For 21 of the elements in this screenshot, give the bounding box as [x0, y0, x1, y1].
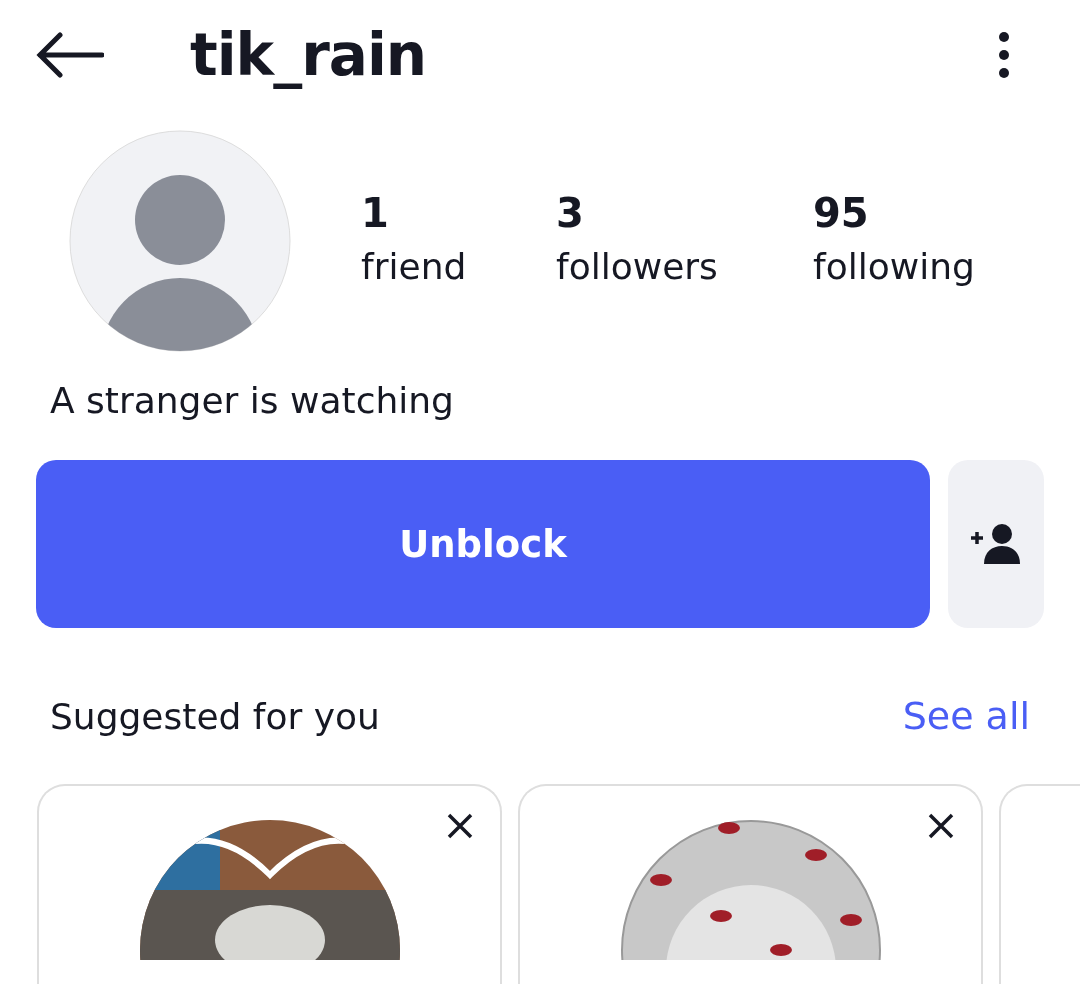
dismiss-button[interactable] — [927, 812, 955, 840]
section-title: Suggested for you — [50, 695, 380, 737]
unblock-button[interactable]: Unblock — [36, 460, 930, 628]
stat-count: 3 — [556, 190, 585, 236]
profile-username: tik_rain — [190, 21, 428, 89]
more-icon — [998, 31, 1010, 79]
stat-label: followers — [556, 245, 719, 289]
close-icon — [446, 812, 474, 840]
stat-label: friend — [361, 245, 468, 289]
more-button[interactable] — [998, 31, 1010, 79]
stat-count: 95 — [813, 190, 870, 236]
back-button[interactable] — [36, 32, 104, 78]
back-arrow-icon — [36, 32, 104, 78]
close-icon — [927, 812, 955, 840]
stat-label: following — [813, 245, 976, 289]
add-friend-button[interactable] — [948, 460, 1044, 628]
add-person-icon — [970, 522, 1022, 566]
dismiss-button[interactable] — [446, 812, 474, 840]
see-all-link[interactable]: See all — [902, 694, 1030, 738]
profile-bio: A stranger is watching — [50, 379, 455, 423]
stat-count: 1 — [361, 190, 390, 236]
